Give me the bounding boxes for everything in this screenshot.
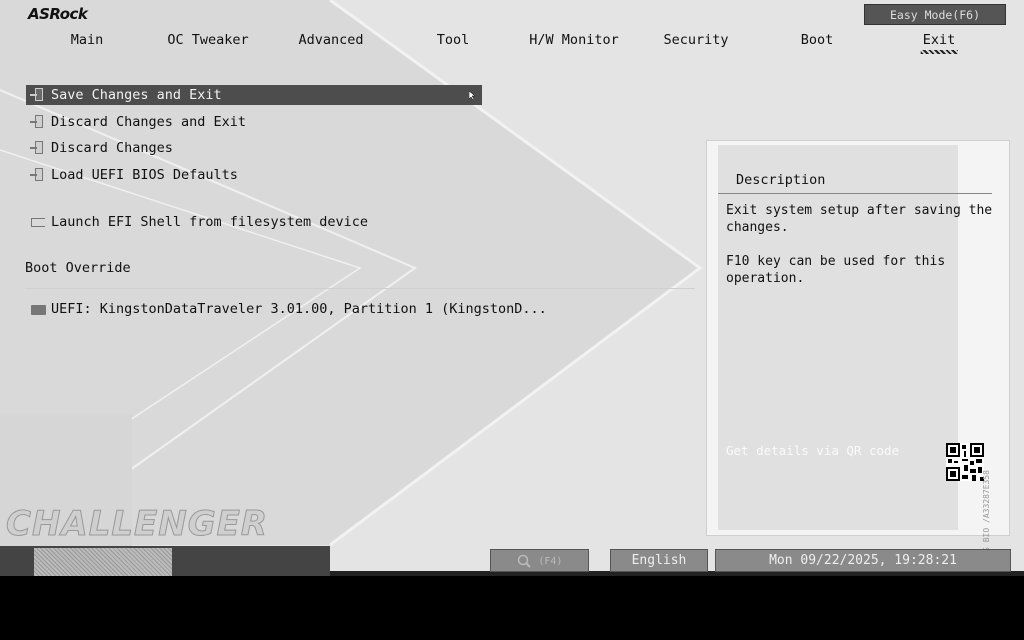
- exit-door-icon: [29, 86, 47, 104]
- menu-item-load-uefi-defaults[interactable]: Load UEFI BIOS Defaults: [26, 165, 238, 185]
- challenger-logo: CHALLENGER: [5, 504, 269, 545]
- tab-boot[interactable]: Boot: [801, 32, 834, 48]
- tab-hw-monitor[interactable]: H/W Monitor: [529, 32, 618, 48]
- bios-screen: ASRock Easy Mode(F6) Main OC Tweaker Adv…: [0, 0, 1024, 576]
- boot-device-label: UEFI: KingstonDataTraveler 3.01.00, Part…: [51, 301, 547, 317]
- menu-item-discard-changes-and-exit[interactable]: Discard Changes and Exit: [26, 112, 246, 132]
- tab-exit[interactable]: Exit: [920, 32, 957, 54]
- description-divider: [718, 193, 992, 194]
- mouse-cursor-icon: [469, 91, 475, 100]
- search-icon: [517, 554, 531, 568]
- menu-item-save-changes-and-exit[interactable]: Save Changes and Exit: [26, 85, 482, 105]
- tab-oc-tweaker[interactable]: OC Tweaker: [167, 32, 248, 48]
- main-tabs: Main OC Tweaker Advanced Tool H/W Monito…: [0, 32, 1024, 54]
- drive-icon: [29, 300, 47, 318]
- language-button[interactable]: English: [610, 549, 708, 572]
- menu-item-label: Load UEFI BIOS Defaults: [51, 167, 238, 183]
- menu-item-launch-efi-shell[interactable]: Launch EFI Shell from filesystem device: [26, 212, 368, 232]
- divider: [25, 288, 695, 289]
- easy-mode-button[interactable]: Easy Mode(F6): [864, 4, 1006, 25]
- search-key-label: (F4): [538, 556, 563, 567]
- description-title: Description: [736, 172, 826, 188]
- tab-main[interactable]: Main: [71, 32, 104, 48]
- exit-door-icon: [29, 139, 47, 157]
- datetime-display: Mon 09/22/2025, 19:28:21: [715, 549, 1011, 572]
- tab-tool[interactable]: Tool: [437, 32, 470, 48]
- search-button[interactable]: (F4): [490, 549, 589, 572]
- exit-door-icon: [29, 166, 47, 184]
- qr-code-icon: [946, 443, 984, 481]
- menu-item-label: Launch EFI Shell from filesystem device: [51, 214, 368, 230]
- tab-security[interactable]: Security: [663, 32, 728, 48]
- menu-item-label: Save Changes and Exit: [51, 87, 222, 103]
- menu-item-discard-changes[interactable]: Discard Changes: [26, 138, 173, 158]
- description-text: Exit system setup after saving the chang…: [726, 203, 993, 286]
- hatch-decor: [34, 548, 172, 576]
- tab-advanced[interactable]: Advanced: [298, 32, 363, 48]
- boot-device-item[interactable]: UEFI: KingstonDataTraveler 3.01.00, Part…: [26, 299, 547, 319]
- menu-item-label: Discard Changes: [51, 140, 173, 156]
- menu-item-label: Discard Changes and Exit: [51, 114, 247, 130]
- boot-override-heading: Boot Override: [25, 260, 131, 276]
- shell-icon: [29, 213, 47, 231]
- exit-door-icon: [29, 113, 47, 131]
- asrock-logo: ASRock: [28, 5, 88, 23]
- qr-label: Get details via QR code: [726, 443, 900, 458]
